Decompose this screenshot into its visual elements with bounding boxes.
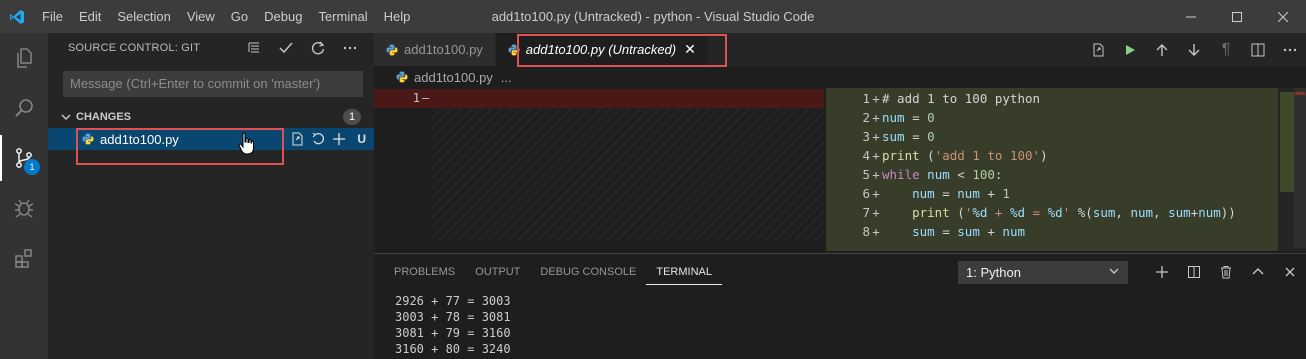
chevron-down-icon <box>1108 261 1120 284</box>
split-editor-icon[interactable] <box>1242 33 1274 66</box>
debug-icon[interactable] <box>0 183 48 233</box>
tab-problems[interactable]: PROBLEMS <box>384 254 465 290</box>
maximize-panel-icon[interactable] <box>1242 254 1274 290</box>
more-actions-icon[interactable] <box>340 38 360 58</box>
menu-file[interactable]: File <box>34 9 71 24</box>
changes-label: CHANGES <box>76 111 132 123</box>
code-line: 7 + print ('%d + %d = %d' %(sum, num, sum… <box>862 205 1236 220</box>
minimize-icon[interactable] <box>1168 0 1214 33</box>
menu-terminal[interactable]: Terminal <box>310 9 375 24</box>
open-file-icon[interactable] <box>1082 33 1114 66</box>
explorer-icon[interactable] <box>0 33 48 83</box>
code-line: 3 + sum = 0 <box>862 129 935 144</box>
source-control-sidebar: SOURCE CONTROL: GIT Message (Ctrl+Enter … <box>48 33 374 359</box>
editor-actions: ¶ <box>1082 33 1306 66</box>
diff-empty-hatch <box>432 108 824 240</box>
search-icon[interactable] <box>0 83 48 133</box>
chevron-down-icon <box>56 112 76 122</box>
activity-bar: 1 <box>0 33 48 359</box>
breadcrumb-file[interactable]: add1to100.py <box>414 70 493 85</box>
more-actions-icon[interactable] <box>1274 33 1306 66</box>
title-bar: File Edit Selection View Go Debug Termin… <box>0 0 1306 33</box>
terminal-line: 3081 + 79 = 3160 <box>395 326 511 340</box>
view-as-tree-icon[interactable] <box>244 38 264 58</box>
python-file-icon <box>396 71 408 83</box>
menu-selection[interactable]: Selection <box>109 9 178 24</box>
deleted-marker: — <box>422 91 430 105</box>
panel-actions <box>1146 254 1306 290</box>
vscode-logo-icon <box>0 0 34 33</box>
tab-debug-console[interactable]: DEBUG CONSOLE <box>530 254 646 290</box>
menu-edit[interactable]: Edit <box>71 9 109 24</box>
new-terminal-icon[interactable] <box>1146 254 1178 290</box>
file-row-actions: U <box>290 128 366 150</box>
source-control-badge: 1 <box>24 159 40 175</box>
terminal-line: 3160 + 80 = 3240 <box>395 342 511 356</box>
changes-group-header[interactable]: CHANGES 1 <box>48 106 374 128</box>
menu-help[interactable]: Help <box>376 9 419 24</box>
terminal-line: 2926 + 77 = 3003 <box>395 294 511 308</box>
commit-message-input[interactable]: Message (Ctrl+Enter to commit on 'master… <box>63 71 363 97</box>
menu-debug[interactable]: Debug <box>256 9 310 24</box>
arrow-up-icon[interactable] <box>1146 33 1178 66</box>
bottom-panel: PROBLEMS OUTPUT DEBUG CONSOLE TERMINAL 1… <box>374 253 1306 359</box>
python-file-icon <box>386 44 398 55</box>
untracked-status-badge: U <box>357 132 366 146</box>
sidebar-title: SOURCE CONTROL: GIT <box>68 42 201 54</box>
code-line: 1 + # add 1 to 100 python <box>862 91 1041 106</box>
pilcrow-icon[interactable]: ¶ <box>1210 33 1242 66</box>
code-line: 4 + print ('add 1 to 100') <box>862 148 1048 163</box>
maximize-icon[interactable] <box>1214 0 1260 33</box>
split-terminal-icon[interactable] <box>1178 254 1210 290</box>
changes-count-badge: 1 <box>343 109 361 125</box>
trash-icon[interactable] <box>1210 254 1242 290</box>
menu-view[interactable]: View <box>179 9 223 24</box>
deleted-line-highlight <box>374 89 824 108</box>
breadcrumb-more[interactable]: ... <box>501 70 512 85</box>
code-line: 5 + while num < 100: <box>862 167 1003 182</box>
diff-editor: 1 — 1 + # add 1 to 100 python 2 + num = 0 3 +… <box>374 88 1306 251</box>
sidebar-header: SOURCE CONTROL: GIT <box>48 33 374 63</box>
arrow-down-icon[interactable] <box>1178 33 1210 66</box>
terminal-line: 3003 + 78 = 3081 <box>395 310 511 324</box>
code-line: 2 + num = 0 <box>862 110 935 125</box>
tab-label: add1to100.py <box>404 42 483 57</box>
breadcrumb: add1to100.py ... <box>374 66 1306 88</box>
stage-changes-icon[interactable] <box>332 132 346 146</box>
sidebar-actions <box>244 33 360 63</box>
code-line: 6 + num = num + 1 <box>862 186 1010 201</box>
tab-terminal[interactable]: TERMINAL <box>646 259 722 285</box>
open-file-icon[interactable] <box>290 132 304 146</box>
line-number: 1 <box>412 91 420 105</box>
terminal-select[interactable]: 1: Python <box>958 261 1128 284</box>
menu-bar: File Edit Selection View Go Debug Termin… <box>34 0 418 33</box>
terminal-output[interactable]: 2926 + 77 = 3003 3003 + 78 = 3081 3081 +… <box>374 290 1306 357</box>
commit-check-icon[interactable] <box>276 38 296 58</box>
refresh-icon[interactable] <box>308 38 328 58</box>
terminal-select-value: 1: Python <box>966 265 1021 280</box>
hand-cursor-icon <box>238 132 256 159</box>
editor-tabs: add1to100.py add1to100.py (Untracked) ✕ … <box>374 33 1306 67</box>
discard-changes-icon[interactable] <box>311 132 325 146</box>
tab-add1to100[interactable]: add1to100.py <box>374 33 496 66</box>
editor-group: add1to100.py add1to100.py (Untracked) ✕ … <box>374 33 1306 251</box>
annotation-highlight-box <box>517 34 727 67</box>
extensions-icon[interactable] <box>0 233 48 283</box>
minimap[interactable] <box>1278 88 1306 251</box>
window-controls <box>1168 0 1306 33</box>
diff-modified-pane[interactable]: 1 + # add 1 to 100 python 2 + num = 0 3 + sum … <box>826 88 1278 251</box>
diff-original-pane[interactable]: 1 — <box>374 88 824 251</box>
tab-output[interactable]: OUTPUT <box>465 254 530 290</box>
panel-tabs: PROBLEMS OUTPUT DEBUG CONSOLE TERMINAL 1… <box>374 254 1306 290</box>
menu-go[interactable]: Go <box>223 9 256 24</box>
close-icon[interactable] <box>1260 0 1306 33</box>
source-control-icon[interactable]: 1 <box>0 133 48 183</box>
close-panel-icon[interactable] <box>1274 254 1306 290</box>
code-line: 8 + sum = sum + num <box>862 224 1025 239</box>
run-icon[interactable] <box>1114 33 1146 66</box>
